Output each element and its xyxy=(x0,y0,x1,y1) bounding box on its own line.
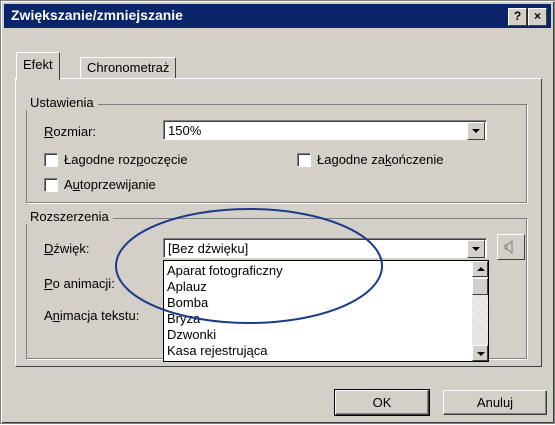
rozmiar-label: Rozmiar: xyxy=(44,124,97,139)
list-item[interactable]: Dzwonki xyxy=(167,327,216,342)
list-item[interactable]: Bryza xyxy=(167,311,200,326)
dropdown-scrollbar[interactable] xyxy=(472,261,488,361)
chevron-up-icon xyxy=(477,267,485,271)
dzwiek-dropdown-button[interactable] xyxy=(467,240,485,258)
ustawienia-label: Ustawienia xyxy=(26,95,98,110)
animacja-tekstu-label: Animacja tekstu: xyxy=(44,308,140,323)
scroll-thumb[interactable] xyxy=(472,278,488,295)
sound-settings-button[interactable] xyxy=(497,234,525,260)
rozmiar-value: 150% xyxy=(168,123,202,138)
dzwiek-combo[interactable]: [Bez dźwięku] xyxy=(163,238,487,258)
chevron-down-icon xyxy=(472,247,480,251)
rozszerzenia-label: Rozszerzenia xyxy=(26,209,113,224)
list-item[interactable]: Bomba xyxy=(167,295,208,310)
cancel-button[interactable]: Anuluj xyxy=(443,390,547,415)
speaker-icon xyxy=(504,239,513,255)
autoprzewijanie-label[interactable]: Autoprzewijanie xyxy=(64,177,156,192)
ok-button[interactable]: OK xyxy=(334,389,430,416)
tab-panel-efekt: Ustawienia Rozmiar: 150% Łagodne rozpocz… xyxy=(15,78,542,367)
lagodne-zakonczenie-checkbox[interactable] xyxy=(297,153,311,167)
scroll-up-button[interactable] xyxy=(472,261,488,277)
tab-label: Efekt xyxy=(23,57,53,72)
dialog-window: Zwiększanie/zmniejszanie ? × Efekt Chron… xyxy=(0,0,555,424)
lagodne-rozpoczecie-checkbox[interactable] xyxy=(44,153,58,167)
lagodne-rozpoczecie-label[interactable]: Łagodne rozpoczęcie xyxy=(64,152,188,167)
po-animacji-label: Po animacji: xyxy=(44,276,115,291)
list-item[interactable]: Aplauz xyxy=(167,279,207,294)
lagodne-zakonczenie-label[interactable]: Łagodne zakończenie xyxy=(317,152,444,167)
tab-chronometraz[interactable]: Chronometraż xyxy=(80,57,177,78)
tab-label: Chronometraż xyxy=(87,60,170,75)
sound-dropdown-list[interactable]: Aparat fotograficzny Aplauz Bomba Bryza … xyxy=(163,260,489,362)
chevron-down-icon xyxy=(477,352,485,356)
autoprzewijanie-checkbox[interactable] xyxy=(44,178,58,192)
list-item[interactable]: Aparat fotograficzny xyxy=(167,263,283,278)
title-bar[interactable]: Zwiększanie/zmniejszanie ? × xyxy=(4,4,551,28)
chevron-down-icon xyxy=(472,129,480,133)
scroll-down-button[interactable] xyxy=(472,345,488,361)
dialog-title: Zwiększanie/zmniejszanie xyxy=(11,7,183,23)
help-button[interactable]: ? xyxy=(508,8,527,26)
dzwiek-label: Dźwięk: xyxy=(44,241,90,256)
help-icon: ? xyxy=(513,9,522,23)
dzwiek-value: [Bez dźwięku] xyxy=(168,241,249,256)
close-button[interactable]: × xyxy=(528,8,547,26)
close-icon: × xyxy=(533,9,541,23)
rozmiar-combo[interactable]: 150% xyxy=(163,120,487,140)
list-item[interactable]: Kasa rejestrująca xyxy=(167,343,267,358)
tab-efekt[interactable]: Efekt xyxy=(16,52,60,80)
rozmiar-dropdown-button[interactable] xyxy=(467,122,485,140)
